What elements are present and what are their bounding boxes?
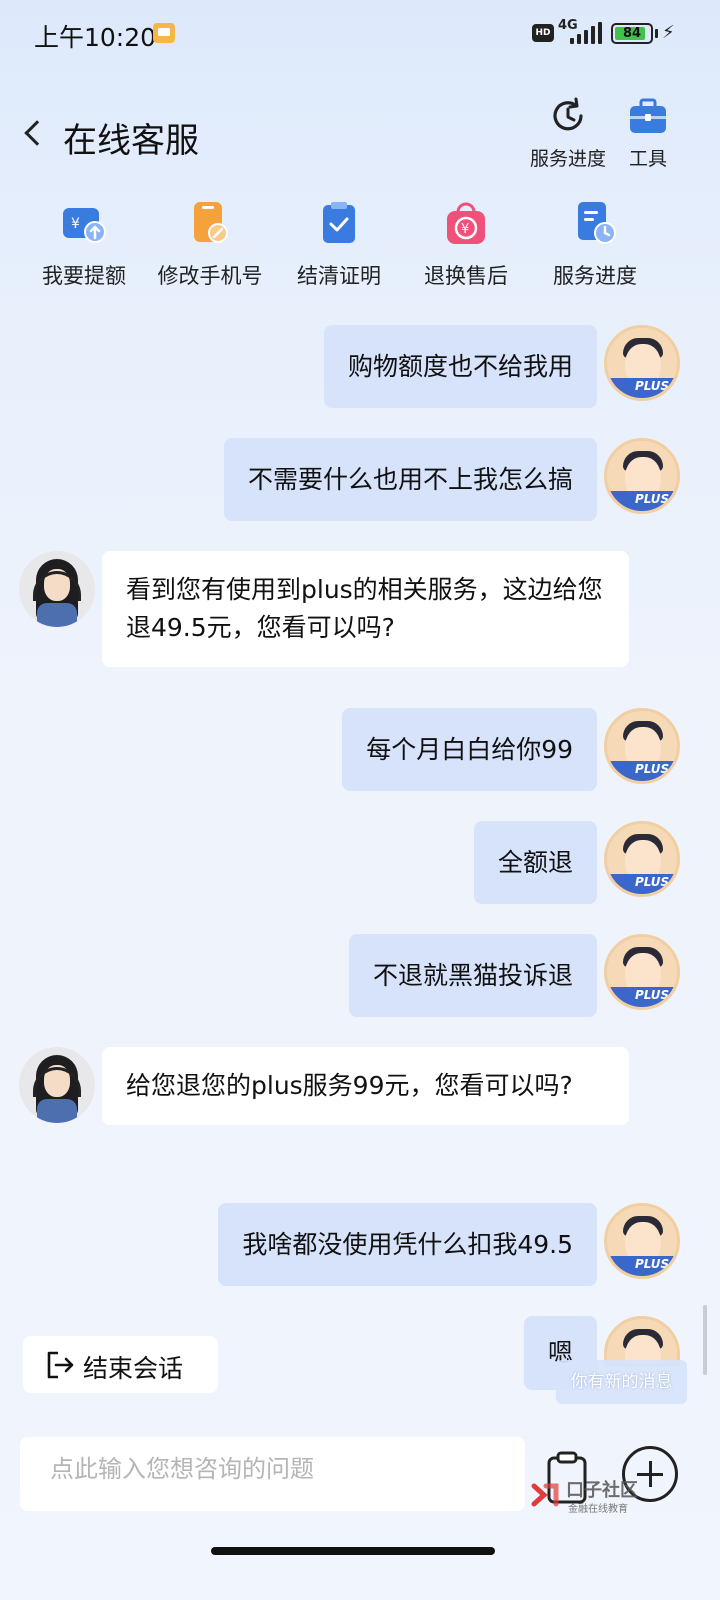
new-message-tip[interactable]: 你有新的消息	[556, 1360, 687, 1404]
header-tool-label: 服务进度	[529, 148, 606, 170]
shopping-bag-yen-icon: ¥	[443, 200, 489, 246]
agent-avatar[interactable]	[19, 1047, 95, 1123]
plus-badge: PLUS	[635, 762, 670, 776]
page-title: 在线客服	[63, 121, 199, 161]
toolbox-icon	[628, 96, 668, 136]
phone-edit-icon	[187, 200, 233, 246]
wallet-up-icon: ¥	[61, 200, 107, 246]
document-clock-icon	[572, 200, 618, 246]
notification-icon	[153, 23, 175, 43]
plus-badge: PLUS	[635, 379, 670, 393]
quick-label: 修改手机号	[157, 264, 263, 288]
quick-service-progress[interactable]: 服务进度	[548, 200, 642, 290]
watermark: 口子社区 金融在线教育	[530, 1474, 680, 1518]
charging-icon: ⚡	[662, 22, 675, 43]
user-avatar[interactable]: PLUS	[604, 438, 680, 514]
hd-icon: HD	[532, 24, 554, 42]
plus-badge: PLUS	[635, 1257, 670, 1271]
plus-badge: PLUS	[635, 492, 670, 506]
user-message: 我啥都没使用凭什么扣我49.5	[218, 1203, 597, 1286]
quick-label: 结清证明	[297, 264, 381, 288]
clock-refresh-icon	[548, 96, 588, 136]
header-service-progress-button[interactable]: 服务进度	[528, 96, 608, 171]
plus-badge: PLUS	[635, 988, 670, 1002]
header-tools-button[interactable]: 工具	[622, 96, 674, 171]
battery-icon: 84	[611, 23, 653, 44]
signal-icon: 4G	[558, 18, 604, 46]
user-message: 每个月白白给你99	[342, 708, 597, 791]
user-message: 购物额度也不给我用	[323, 325, 597, 408]
clipboard-check-icon	[316, 200, 362, 246]
home-indicator[interactable]	[211, 1547, 495, 1555]
watermark-logo-icon	[531, 1483, 559, 1507]
status-time: 上午10:20	[34, 23, 157, 52]
quick-after-sales[interactable]: ¥ 退换售后	[419, 200, 513, 290]
user-avatar[interactable]	[604, 1316, 680, 1366]
agent-avatar[interactable]	[19, 551, 95, 627]
quick-settlement-certificate[interactable]: 结清证明	[292, 200, 386, 290]
user-avatar[interactable]: PLUS	[604, 1203, 680, 1279]
user-avatar[interactable]: PLUS	[604, 708, 680, 784]
quick-label: 服务进度	[553, 264, 637, 288]
user-message: 不需要什么也用不上我怎么搞	[223, 438, 597, 521]
message-input-container[interactable]	[20, 1437, 525, 1511]
watermark-subtext: 金融在线教育	[568, 1504, 628, 1515]
quick-label: 我要提额	[42, 264, 126, 288]
agent-message: 看到您有使用到plus的相关服务，这边给您退49.5元，您看可以吗?	[102, 551, 629, 667]
plus-badge: PLUS	[635, 875, 670, 889]
svg-text:¥: ¥	[461, 222, 469, 237]
battery-level: 84	[622, 26, 642, 41]
scrollbar[interactable]	[703, 1305, 707, 1375]
user-message: 全额退	[473, 821, 597, 904]
exit-icon	[47, 1351, 74, 1379]
network-type: 4G	[558, 18, 578, 33]
user-avatar[interactable]: PLUS	[604, 325, 680, 401]
end-session-label: 结束会话	[83, 1354, 184, 1383]
svg-text:¥: ¥	[71, 216, 80, 232]
message-input[interactable]	[50, 1455, 520, 1483]
user-message: 不退就黑猫投诉退	[348, 934, 597, 1017]
status-bar: 上午10:20 HD 4G 84 ⚡	[0, 0, 720, 70]
end-session-button[interactable]: 结束会话	[23, 1336, 218, 1393]
back-icon[interactable]	[24, 120, 50, 146]
quick-raise-limit[interactable]: ¥ 我要提额	[38, 200, 130, 290]
agent-message: 给您退您的plus服务99元，您看可以吗?	[102, 1047, 629, 1125]
quick-label: 退换售后	[424, 264, 508, 288]
quick-change-phone[interactable]: 修改手机号	[152, 200, 268, 290]
user-avatar[interactable]: PLUS	[604, 821, 680, 897]
header-tool-label: 工具	[628, 148, 667, 170]
watermark-text: 口子社区	[566, 1480, 638, 1501]
user-avatar[interactable]: PLUS	[604, 934, 680, 1010]
